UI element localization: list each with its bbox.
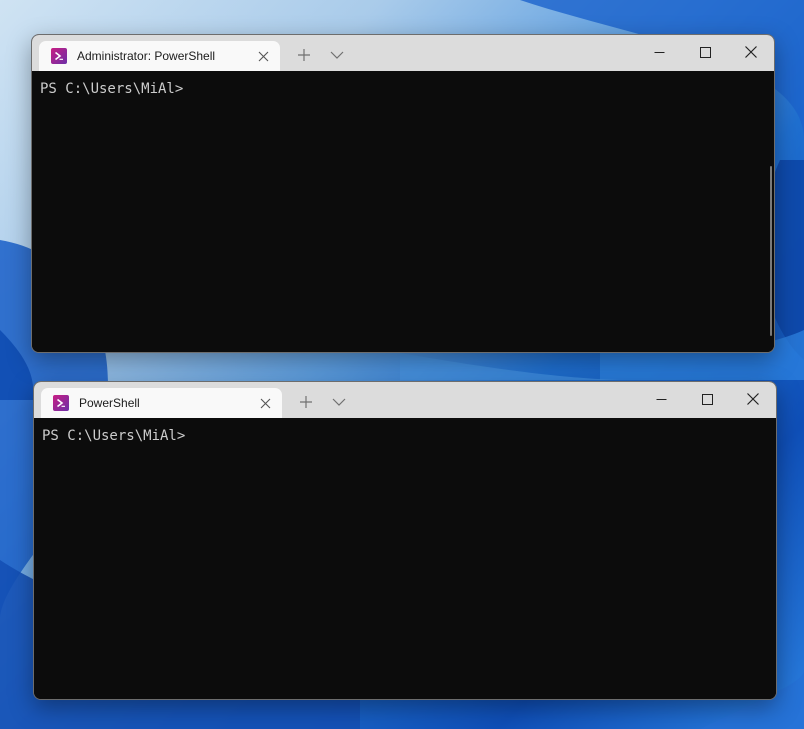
powershell-icon [53, 395, 69, 411]
console-area[interactable]: PS C:\Users\MiAl> [34, 418, 776, 699]
minimize-icon[interactable] [636, 35, 682, 69]
minimize-icon[interactable] [638, 382, 684, 416]
tab-administrator-powershell[interactable]: Administrator: PowerShell [39, 41, 280, 71]
close-icon[interactable] [730, 382, 776, 416]
chevron-down-icon[interactable] [323, 43, 351, 67]
tab-title: Administrator: PowerShell [77, 49, 216, 63]
chevron-down-icon[interactable] [325, 390, 353, 414]
tab-title: PowerShell [79, 396, 140, 410]
prompt-text: PS C:\Users\MiAl> [42, 428, 186, 444]
close-icon[interactable] [248, 44, 278, 68]
terminal-window-administrator[interactable]: Administrator: PowerShell PS C:\Users\Mi… [31, 34, 775, 353]
maximize-icon[interactable] [682, 35, 728, 69]
console-area[interactable]: PS C:\Users\MiAl> [32, 71, 774, 352]
powershell-icon [51, 48, 67, 64]
title-bar[interactable]: PowerShell [34, 382, 776, 418]
maximize-icon[interactable] [684, 382, 730, 416]
terminal-window-powershell[interactable]: PowerShell PS C:\Users\MiAl> [33, 381, 777, 700]
close-icon[interactable] [728, 35, 774, 69]
plus-icon[interactable] [292, 390, 320, 414]
plus-icon[interactable] [290, 43, 318, 67]
tab-powershell[interactable]: PowerShell [41, 388, 282, 418]
prompt-text: PS C:\Users\MiAl> [40, 81, 184, 97]
title-bar[interactable]: Administrator: PowerShell [32, 35, 774, 71]
scrollbar[interactable] [770, 166, 772, 336]
close-icon[interactable] [250, 391, 280, 415]
